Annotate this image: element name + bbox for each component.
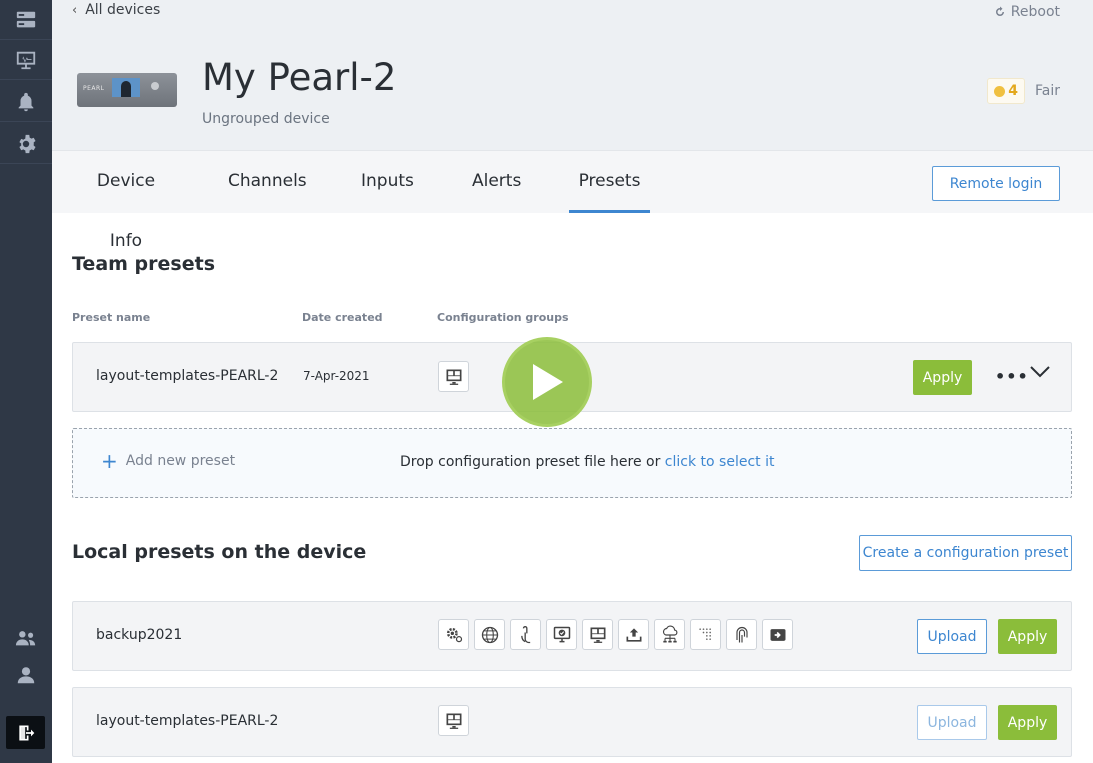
logout-icon [18,725,34,740]
drop-instructions: Drop configuration preset file here or c… [400,454,774,470]
health-label: Fair [1035,83,1060,99]
health-count: 4 [1008,83,1018,99]
local-preset-row: layout-templates-PEARL-2 Upload Apply [72,687,1072,757]
apply-button[interactable]: Apply [913,360,972,395]
device-image: PEARL [77,73,177,107]
chevron-left-icon: ‹ [72,2,78,18]
page-title: My Pearl-2 [202,56,397,99]
fingerprint-icon [726,619,757,650]
device-screen [112,78,140,97]
touch-hand-icon [510,619,541,650]
play-icon [533,364,563,400]
select-file-link[interactable]: click to select it [665,454,775,470]
reboot-button[interactable]: Reboot [994,4,1060,20]
monitor-chart-icon [16,51,36,69]
device-brand: PEARL [83,85,105,92]
column-header-date-created: Date created [302,311,383,324]
network-globe-icon [474,619,505,650]
drop-text: Drop configuration preset file here or [400,454,665,470]
preset-name: layout-templates-PEARL-2 [96,713,279,729]
device-group: Ungrouped device [202,111,330,127]
video-play-button[interactable] [502,337,592,427]
tab-inputs[interactable]: Inputs [361,151,414,213]
upload-icon [618,619,649,650]
device-knob [151,82,159,90]
preset-name: layout-templates-PEARL-2 [96,368,279,384]
upload-button[interactable]: Upload [917,705,987,740]
sidebar-item-logout[interactable] [6,716,45,749]
preset-name: backup2021 [96,627,183,643]
tab-channels[interactable]: Channels [228,151,307,213]
cloud-network-icon [654,619,685,650]
sidebar-item-settings[interactable] [0,124,52,164]
add-new-preset-button[interactable]: + Add new preset [101,449,236,473]
sidebar-item-alerts[interactable] [0,82,52,122]
sidebar-item-monitoring[interactable] [0,40,52,80]
column-header-preset-name: Preset name [72,311,151,324]
tab-presets[interactable]: Presets [569,151,650,213]
tab-bar: Device Info Channels Inputs Alerts Prese… [52,150,1093,251]
preset-dropzone[interactable]: + Add new preset Drop configuration pres… [72,428,1072,498]
bell-icon [18,92,34,111]
gear-icon [19,134,36,153]
warning-coin-icon [994,85,1006,97]
local-preset-row: backup2021 Upload Apply [72,601,1072,671]
system-gears-icon [438,619,469,650]
device-header: ‹ All devices Reboot PEARL My Pearl-2 Un… [52,0,1093,251]
upload-button[interactable]: Upload [917,619,987,654]
sidebar [0,0,52,763]
chevron-down-icon[interactable] [1029,365,1051,379]
reboot-label: Reboot [1010,4,1060,20]
back-link-label: All devices [85,2,161,18]
streaming-icon [762,619,793,650]
team-icon [15,631,36,646]
tab-device-info[interactable]: Device Info [84,151,168,251]
plus-icon: + [101,449,118,473]
health-status[interactable]: 4 Fair [987,78,1060,104]
column-header-configuration-groups: Configuration groups [437,311,569,324]
dot-grid-icon [690,619,721,650]
health-badge: 4 [987,78,1025,104]
add-new-preset-label: Add new preset [125,453,236,469]
preset-date: 7-Apr-2021 [303,369,370,383]
more-options-icon[interactable]: ••• [995,367,1029,386]
layout-icon [582,619,613,650]
sidebar-item-team[interactable] [0,625,52,651]
remote-login-button[interactable]: Remote login [932,166,1060,201]
sidebar-item-profile[interactable] [0,662,52,688]
user-icon [17,667,35,684]
all-devices-link[interactable]: ‹ All devices [72,2,160,18]
apply-button[interactable]: Apply [998,705,1057,740]
refresh-icon [995,6,1004,16]
layout-icon [438,361,469,392]
create-preset-button[interactable]: Create a configuration preset [859,535,1072,571]
tab-alerts[interactable]: Alerts [472,151,521,213]
server-icon [16,11,36,27]
sidebar-item-devices[interactable] [0,0,52,40]
team-presets-title: Team presets [72,253,216,275]
local-presets-title: Local presets on the device [72,541,367,563]
apply-button[interactable]: Apply [998,619,1057,654]
display-check-icon [546,619,577,650]
layout-icon [438,705,469,736]
